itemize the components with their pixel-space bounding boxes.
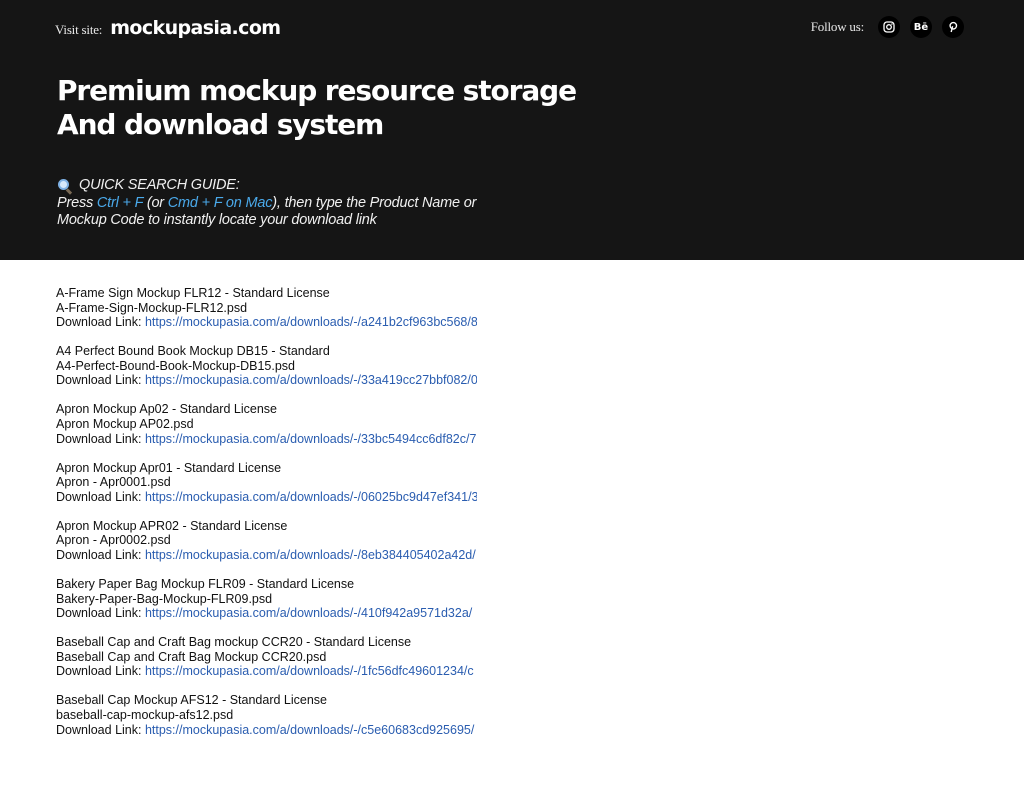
headline-line-2: And download system <box>57 108 384 141</box>
page-header: Visit site: mockupasia.com Follow us: Bē… <box>0 0 1024 260</box>
shortcut-ctrl-f: Ctrl + F <box>96 194 143 211</box>
list-item: Baseball Cap Mockup AFS12 - Standard Lic… <box>56 693 477 751</box>
item-title: Apron Mockup Apr01 - Standard License <box>56 460 282 475</box>
guide-text: Press Ctrl + F (or Cmd + F on Mac), then… <box>57 194 477 229</box>
list-item: Bakery Paper Bag Mockup FLR09 - Standard… <box>56 577 477 635</box>
magnifier-icon <box>57 178 73 195</box>
list-item: A-Frame Sign Mockup FLR12 - Standard Lic… <box>56 286 477 344</box>
visit-label: Visit site: <box>55 22 103 37</box>
download-label: Download Link: <box>56 431 145 446</box>
item-file: Baseball Cap and Craft Bag Mockup CCR20.… <box>56 649 327 664</box>
item-title: Apron Mockup Ap02 - Standard License <box>56 402 277 417</box>
item-file: baseball-cap-mockup-afs12.psd <box>56 707 234 722</box>
download-label: Download Link: <box>56 664 145 679</box>
page-title: Premium mockup resource storage And down… <box>57 74 577 142</box>
list-item: Apron Mockup APR02 - Standard License Ap… <box>56 519 477 577</box>
item-file: Apron - Apr0002.psd <box>56 533 171 548</box>
follow-us: Follow us: Bē <box>811 16 964 38</box>
download-label: Download Link: <box>56 315 145 330</box>
headline-line-1: Premium mockup resource storage <box>57 74 577 107</box>
item-file: Bakery-Paper-Bag-Mockup-FLR09.psd <box>56 591 273 606</box>
item-file: Apron Mockup AP02.psd <box>56 416 194 431</box>
shortcut-cmd-f: Cmd + F on Mac <box>167 194 273 211</box>
item-title: Apron Mockup APR02 - Standard License <box>56 518 288 533</box>
item-title: Baseball Cap and Craft Bag mockup CCR20 … <box>56 635 412 650</box>
item-file: A4-Perfect-Bound-Book-Mockup-DB15.psd <box>56 358 296 373</box>
guide-title: QUICK SEARCH GUIDE: <box>79 177 240 193</box>
download-link[interactable]: https://mockupasia.com/a/downloads/-/410… <box>145 606 472 620</box>
instagram-icon[interactable] <box>878 16 900 38</box>
download-link[interactable]: https://mockupasia.com/a/downloads/-/a24… <box>145 315 477 329</box>
download-link[interactable]: https://mockupasia.com/a/downloads/-/8eb… <box>145 548 476 562</box>
download-link[interactable]: https://mockupasia.com/a/downloads/-/060… <box>145 490 477 504</box>
download-link[interactable]: https://mockupasia.com/a/downloads/-/c5e… <box>145 723 474 737</box>
download-label: Download Link: <box>56 547 145 562</box>
download-link[interactable]: https://mockupasia.com/a/downloads/-/33b… <box>145 432 476 446</box>
download-link[interactable]: https://mockupasia.com/a/downloads/-/33a… <box>145 373 477 387</box>
list-item: Baseball Cap and Craft Bag mockup CCR20 … <box>56 635 477 693</box>
search-guide: QUICK SEARCH GUIDE: Press Ctrl + F (or C… <box>57 177 477 230</box>
item-title: A-Frame Sign Mockup FLR12 - Standard Lic… <box>56 286 330 300</box>
item-file: Apron - Apr0001.psd <box>56 475 171 490</box>
visit-site: Visit site: mockupasia.com <box>55 17 281 39</box>
download-link[interactable]: https://mockupasia.com/a/downloads/-/1fc… <box>145 664 474 678</box>
item-title: Baseball Cap Mockup AFS12 - Standard Lic… <box>56 693 327 708</box>
site-link[interactable]: mockupasia.com <box>110 17 281 39</box>
pinterest-icon[interactable] <box>942 16 964 38</box>
item-file: A-Frame-Sign-Mockup-FLR12.psd <box>56 300 248 315</box>
follow-label: Follow us: <box>810 19 864 34</box>
item-title: A4 Perfect Bound Book Mockup DB15 - Stan… <box>56 344 330 359</box>
download-label: Download Link: <box>56 606 145 621</box>
download-label: Download Link: <box>56 489 145 504</box>
download-label: Download Link: <box>56 722 145 737</box>
item-title: Bakery Paper Bag Mockup FLR09 - Standard… <box>56 576 355 591</box>
list-item: Apron Mockup Apr01 - Standard License Ap… <box>56 461 477 519</box>
list-item: Apron Mockup Ap02 - Standard License Apr… <box>56 402 477 460</box>
download-list: A-Frame Sign Mockup FLR12 - Standard Lic… <box>56 286 477 752</box>
behance-icon[interactable]: Bē <box>910 16 932 38</box>
list-item: A4 Perfect Bound Book Mockup DB15 - Stan… <box>56 344 477 402</box>
download-label: Download Link: <box>56 373 145 388</box>
